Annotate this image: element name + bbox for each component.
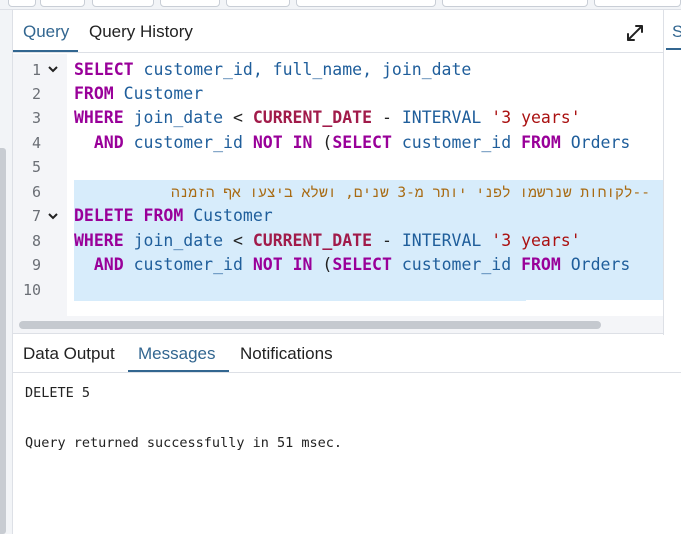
tab-messages-underline: [128, 370, 229, 372]
code-line-2: FROM Customer: [74, 84, 204, 103]
messages-panel: DELETE 5 Query returned successfully in …: [13, 374, 681, 534]
message-line: DELETE 5: [25, 385, 91, 401]
horizontal-scrollbar[interactable]: [13, 316, 663, 334]
sql-editor[interactable]: 1 2 3 4 5 6 7 8 9 10 SELECT customer_id,…: [13, 54, 663, 316]
line-number: 6: [31, 183, 41, 201]
tab-query-underline: [13, 50, 78, 52]
code-line-4: AND customer_id NOT IN (SELECT customer_…: [93, 133, 631, 152]
line-number: 2: [31, 85, 41, 103]
tab-query[interactable]: Query: [23, 22, 69, 42]
toolbar-button[interactable]: [442, 0, 588, 7]
line-number: 10: [22, 281, 41, 299]
code-line-1: SELECT customer_id, full_name, join_date: [74, 60, 472, 79]
output-tab-bar: Data Output Messages Notifications: [13, 335, 681, 373]
code-line-3: WHERE join_date < CURRENT_DATE - INTERVA…: [74, 108, 581, 127]
toolbar-strip: [0, 0, 681, 10]
code-line-7: DELETE FROM Customer: [74, 206, 273, 225]
message-line: Query returned successfully in 51 msec.: [25, 435, 342, 451]
code-line-8: WHERE join_date < CURRENT_DATE - INTERVA…: [74, 231, 581, 250]
toolbar-button[interactable]: [226, 0, 290, 7]
chevron-down-icon[interactable]: [47, 205, 59, 229]
editor-tab-bar: Query Query History: [13, 10, 663, 53]
left-scrollbar[interactable]: [0, 148, 6, 534]
selection-highlight: [74, 280, 526, 301]
line-number: 7: [31, 207, 41, 225]
chevron-down-icon[interactable]: [47, 58, 59, 82]
code-line-9: AND customer_id NOT IN (SELECT customer_…: [93, 255, 631, 274]
line-number: 5: [31, 158, 41, 176]
tab-notifications[interactable]: Notifications: [240, 344, 333, 364]
line-number: 3: [31, 109, 41, 127]
toolbar-button[interactable]: [160, 0, 220, 7]
tab-scratch-pad-underline: [666, 48, 681, 50]
tab-messages[interactable]: Messages: [138, 344, 215, 364]
toolbar-button[interactable]: [40, 0, 85, 7]
tab-data-output[interactable]: Data Output: [23, 344, 115, 364]
expand-arrows-icon[interactable]: [625, 23, 645, 43]
horizontal-scrollbar-thumb[interactable]: [19, 321, 601, 329]
tab-query-history[interactable]: Query History: [89, 22, 193, 42]
toolbar-button[interactable]: [594, 0, 681, 7]
toolbar-dropdown[interactable]: [296, 0, 436, 7]
line-number: 8: [31, 232, 41, 250]
right-panel-edge: [663, 10, 681, 335]
tab-scratch-pad[interactable]: S: [672, 22, 681, 42]
line-number: 1: [31, 61, 41, 79]
line-number: 9: [31, 256, 41, 274]
toolbar-button[interactable]: [8, 0, 36, 7]
toolbar-button[interactable]: [92, 0, 154, 7]
line-number: 4: [31, 134, 41, 152]
code-line-6-comment: --לקוחות שנרשמו לפני יותר מ-3 שנים, ושלא…: [171, 185, 650, 201]
